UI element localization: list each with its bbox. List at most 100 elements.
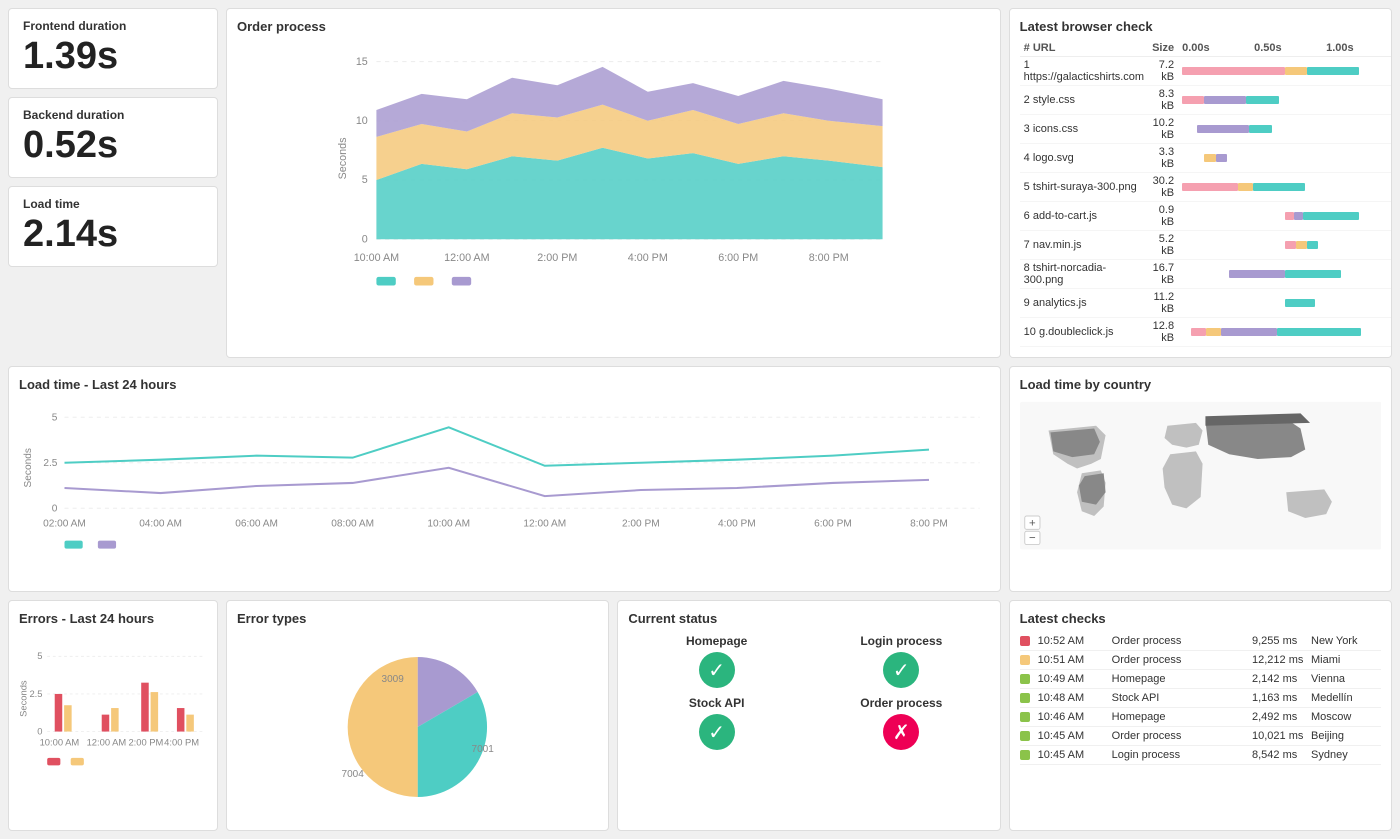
order-process-card: Order process 15 10 5 0 Seconds 10:00 AM…: [226, 8, 1001, 358]
status-stockapi-check: ✓: [699, 714, 735, 750]
svg-text:6:00 PM: 6:00 PM: [718, 252, 758, 264]
bc-col-url: # URL: [1020, 40, 1148, 57]
errors-24h-title: Errors - Last 24 hours: [19, 611, 207, 626]
svg-text:3009: 3009: [382, 674, 405, 685]
svg-text:2:00 PM: 2:00 PM: [622, 518, 660, 529]
svg-text:Seconds: Seconds: [23, 448, 34, 487]
svg-text:0: 0: [362, 233, 368, 245]
svg-text:5: 5: [37, 650, 42, 661]
table-row: 9 analytics.js 11.2 kB: [1020, 289, 1392, 318]
svg-text:2.5: 2.5: [29, 688, 42, 699]
check-location: Sydney: [1311, 749, 1381, 761]
check-ms: 9,255 ms: [1252, 635, 1307, 647]
svg-text:4:00 PM: 4:00 PM: [164, 737, 199, 748]
svg-text:+: +: [1029, 517, 1036, 529]
load-time-label: Load time: [23, 197, 203, 211]
check-time: 10:48 AM: [1038, 692, 1108, 704]
check-name: Stock API: [1112, 692, 1248, 704]
check-time: 10:45 AM: [1038, 730, 1108, 742]
check-name: Order process: [1112, 635, 1248, 647]
browser-check-title: Latest browser check: [1020, 19, 1381, 34]
bc-col-1: 1.00s: [1322, 40, 1392, 57]
load-time-24h-card: Load time - Last 24 hours 5 2.5 0 Second…: [8, 366, 1001, 592]
frontend-duration-label: Frontend duration: [23, 19, 203, 33]
check-name: Order process: [1112, 730, 1248, 742]
list-item: 10:49 AM Homepage 2,142 ms Vienna: [1020, 670, 1381, 689]
table-row: 4 logo.svg 3.3 kB: [1020, 144, 1392, 173]
bc-cell-size: 16.7 kB: [1148, 260, 1178, 289]
bc-cell-size: 3.3 kB: [1148, 144, 1178, 173]
list-item: 10:52 AM Order process 9,255 ms New York: [1020, 632, 1381, 651]
svg-text:12:00 AM: 12:00 AM: [523, 518, 566, 529]
backend-duration-value: 0.52s: [23, 124, 203, 167]
check-status-dot: [1020, 636, 1030, 646]
svg-text:10: 10: [356, 115, 368, 127]
svg-text:Seconds: Seconds: [19, 680, 29, 717]
bc-cell-num: 10 g.doubleclick.js: [1020, 318, 1148, 347]
svg-text:4:00 PM: 4:00 PM: [718, 518, 756, 529]
check-ms: 12,212 ms: [1252, 654, 1307, 666]
table-row: 3 icons.css 10.2 kB: [1020, 115, 1392, 144]
check-time: 10:46 AM: [1038, 711, 1108, 723]
errors-24h-card: Errors - Last 24 hours 5 2.5 0 Seconds: [8, 600, 218, 831]
check-time: 10:49 AM: [1038, 673, 1108, 685]
status-homepage-check: ✓: [699, 652, 735, 688]
list-item: 10:48 AM Stock API 1,163 ms Medellín: [1020, 689, 1381, 708]
check-location: Beijing: [1311, 730, 1381, 742]
svg-text:02:00 AM: 02:00 AM: [43, 518, 86, 529]
check-location: Moscow: [1311, 711, 1381, 723]
svg-text:2:00 PM: 2:00 PM: [128, 737, 163, 748]
bc-col-0: 0.00s: [1178, 40, 1250, 57]
bc-cell-size: 8.3 kB: [1148, 86, 1178, 115]
check-name: Login process: [1112, 749, 1248, 761]
svg-text:0: 0: [37, 725, 42, 736]
table-row: 5 tshirt-suraya-300.png 30.2 kB: [1020, 173, 1392, 202]
svg-text:5: 5: [362, 174, 368, 186]
browser-check-card: Latest browser check # URL Size 0.00s 0.…: [1009, 8, 1392, 358]
bc-col-05: 0.50s: [1250, 40, 1322, 57]
backend-duration-label: Backend duration: [23, 108, 203, 122]
svg-text:−: −: [1029, 533, 1036, 545]
check-location: Vienna: [1311, 673, 1381, 685]
latest-checks-title: Latest checks: [1020, 611, 1381, 626]
list-item: 10:46 AM Homepage 2,492 ms Moscow: [1020, 708, 1381, 727]
check-location: New York: [1311, 635, 1381, 647]
bc-cell-num: 4 logo.svg: [1020, 144, 1148, 173]
svg-text:0: 0: [52, 503, 58, 514]
table-row: 8 tshirt-norcadia-300.png 16.7 kB: [1020, 260, 1392, 289]
load-time-value: 2.14s: [23, 213, 203, 256]
current-status-title: Current status: [628, 611, 989, 626]
svg-text:7001: 7001: [472, 744, 495, 755]
bc-cell-size: 12.8 kB: [1148, 318, 1178, 347]
bc-cell-size: 30.2 kB: [1148, 173, 1178, 202]
browser-check-table: # URL Size 0.00s 0.50s 1.00s 1.50s 1 htt…: [1020, 40, 1392, 347]
svg-text:08:00 AM: 08:00 AM: [331, 518, 374, 529]
status-homepage-label: Homepage: [686, 634, 747, 648]
check-time: 10:45 AM: [1038, 749, 1108, 761]
load-time-24h-chart: 5 2.5 0 Seconds 02:00 AM 04:00 AM 06:00 …: [19, 398, 990, 578]
status-login: Login process ✓: [813, 634, 990, 688]
table-row: 10 g.doubleclick.js 12.8 kB: [1020, 318, 1392, 347]
frontend-duration-value: 1.39s: [23, 35, 203, 78]
load-by-country-title: Load time by country: [1020, 377, 1381, 392]
table-row: 1 https://galacticshirts.com 7.2 kB: [1020, 57, 1392, 86]
list-item: 10:51 AM Order process 12,212 ms Miami: [1020, 651, 1381, 670]
check-status-dot: [1020, 693, 1030, 703]
svg-text:Seconds: Seconds: [337, 138, 349, 180]
load-time-24h-title: Load time - Last 24 hours: [19, 377, 990, 392]
latest-checks-list: 10:52 AM Order process 9,255 ms New York…: [1020, 632, 1381, 765]
error-types-chart: 3009 7001 7004: [237, 632, 598, 812]
bc-cell-num: 6 add-to-cart.js: [1020, 202, 1148, 231]
svg-text:04:00 AM: 04:00 AM: [139, 518, 182, 529]
check-name: Homepage: [1112, 711, 1248, 723]
check-status-dot: [1020, 731, 1030, 741]
svg-text:2:00 PM: 2:00 PM: [537, 252, 577, 264]
world-map: + −: [1020, 398, 1381, 558]
svg-text:7004: 7004: [342, 769, 365, 780]
table-row: 6 add-to-cart.js 0.9 kB: [1020, 202, 1392, 231]
svg-text:8:00 PM: 8:00 PM: [809, 252, 849, 264]
check-status-dot: [1020, 655, 1030, 665]
svg-text:8:00 PM: 8:00 PM: [910, 518, 948, 529]
check-status-dot: [1020, 674, 1030, 684]
svg-text:12:00 AM: 12:00 AM: [444, 252, 489, 264]
